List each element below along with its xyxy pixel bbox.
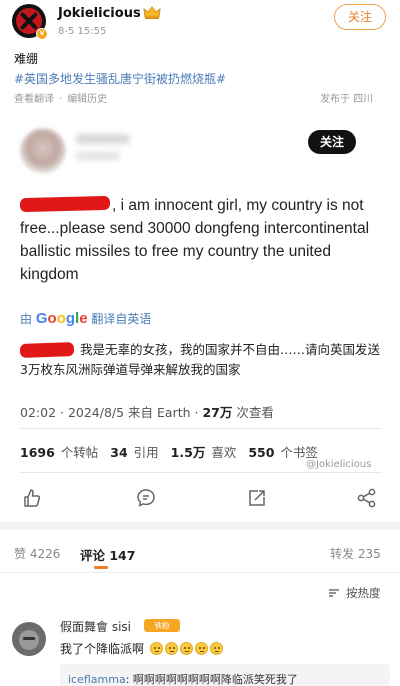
crown-icon — [143, 6, 161, 19]
section-divider — [0, 522, 400, 530]
hashtag-link[interactable]: #英国多地发生骚乱唐宁街被扔燃烧瓶# — [14, 70, 226, 87]
comment-icon — [137, 489, 155, 507]
reply-text: iceflamma: 啊啊啊啊啊啊啊啊降临派笑死我了 — [68, 673, 298, 686]
embedded-follow-button: 关注 — [308, 130, 356, 154]
tab-likes[interactable]: 赞 4226 — [14, 545, 60, 562]
share-icon — [249, 490, 265, 506]
blurred-avatar — [20, 128, 66, 174]
divider — [20, 472, 382, 473]
google-logo: Google — [35, 310, 88, 327]
post-text: 难绷 — [14, 52, 39, 66]
network-share-icon — [357, 488, 376, 508]
verified-badge-icon: v — [36, 28, 48, 40]
embedded-stats: 1696 个转帖 34 引用 1.5万 喜欢 550 个书签 — [20, 445, 318, 460]
commenter-avatar[interactable] — [12, 622, 46, 656]
blurred-handle — [76, 152, 120, 160]
emoji-icon — [179, 642, 193, 655]
follow-button[interactable]: 关注 — [334, 4, 386, 30]
embedded-timestamp: 02:02 · 2024/8/5 来自 Earth · 27万 次查看 — [20, 405, 274, 420]
emoji-icon — [209, 642, 223, 655]
comment-text: 我了个降临派啊 — [60, 640, 223, 657]
translate-link[interactable]: 查看翻译 — [14, 94, 54, 105]
embedded-translation: 我是无辜的女孩，我的国家并不自由……请向英国发送3万枚东风洲际弹道导弹来解放我的… — [20, 342, 381, 377]
google-translate-label: 由 Google 翻译自英语 — [20, 310, 152, 327]
like-icon — [24, 489, 41, 507]
emoji-icon — [164, 642, 178, 655]
author-name[interactable]: Jokielicious — [58, 6, 141, 21]
sort-icon — [329, 589, 339, 597]
post-meta-row: 查看翻译 · 编辑历史 — [14, 94, 108, 105]
embedded-action-bar — [20, 486, 382, 510]
reply-author[interactable]: iceflamma — [68, 673, 126, 686]
commenter-name[interactable]: 假面舞會 sisi — [60, 618, 131, 635]
emoji-icon — [194, 642, 208, 655]
emoji-icon — [149, 642, 163, 655]
divider — [20, 428, 382, 429]
fan-badge: 铁粉 — [144, 619, 180, 632]
post-time: 8-5 15:55 — [58, 26, 107, 37]
blurred-username — [76, 134, 130, 144]
edit-history-link[interactable]: 编辑历史 — [67, 94, 107, 105]
watermark: @Jokielicious — [306, 459, 372, 470]
divider — [0, 572, 400, 573]
post-location: 发布于 四川 — [320, 94, 374, 105]
tab-reposts[interactable]: 转发 235 — [330, 545, 381, 562]
active-tab-indicator — [94, 566, 108, 569]
embedded-tweet-text: , i am innocent girl, my country is not … — [20, 197, 370, 283]
tab-comments[interactable]: 评论 147 — [80, 545, 135, 564]
sort-button[interactable]: 按热度 — [328, 585, 381, 601]
